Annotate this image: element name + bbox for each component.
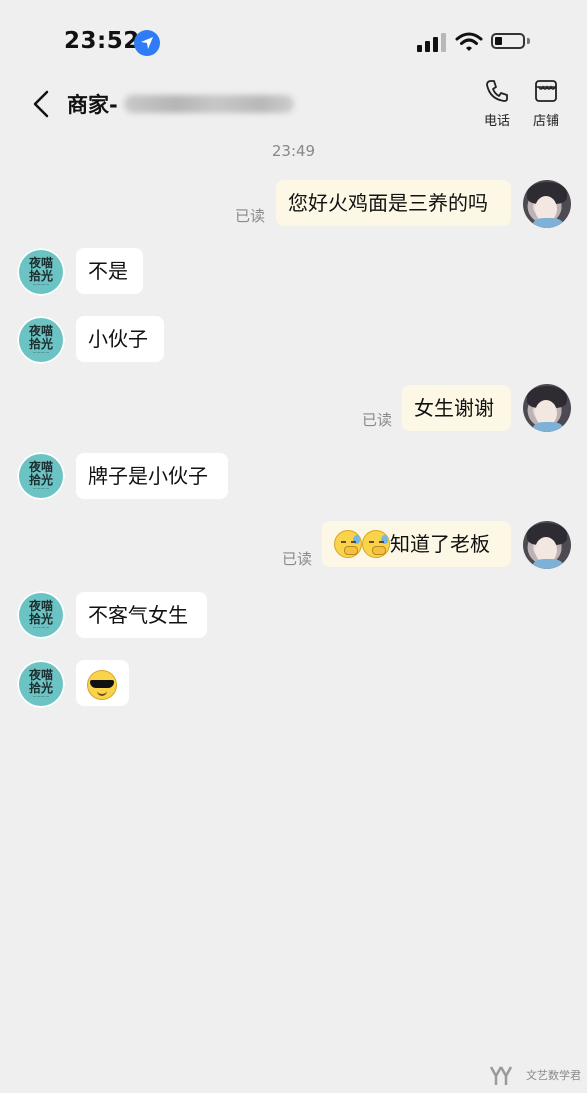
incoming-message-bubble[interactable]: 牌子是小伙子 — [76, 453, 228, 499]
chat-timestamp: 23:49 — [271, 142, 316, 160]
read-receipt: 已读 — [282, 550, 313, 568]
shop-avatar[interactable]: 夜喵 拾光 ············· — [17, 316, 65, 364]
message-text: 知道了老板 — [390, 532, 490, 556]
worried-emoji-icon — [362, 529, 390, 558]
chat-title: 商家- — [67, 88, 294, 120]
user-avatar[interactable] — [523, 180, 571, 228]
sunglasses-emoji-icon — [87, 669, 117, 700]
incoming-message-bubble[interactable]: 不是 — [76, 248, 143, 294]
user-avatar[interactable] — [523, 521, 571, 569]
store-label: 店铺 — [532, 114, 559, 129]
incoming-emoji-bubble[interactable] — [76, 660, 129, 706]
watermark: 文艺数学君 — [489, 1066, 581, 1086]
worried-emoji-icon — [334, 529, 362, 558]
chevron-left-icon — [33, 90, 49, 118]
watermark-logo-icon — [489, 1066, 513, 1086]
read-receipt: 已读 — [362, 411, 393, 429]
back-button[interactable] — [30, 90, 54, 118]
watermark-text: 文艺数学君 — [526, 1069, 581, 1082]
outgoing-message-bubble[interactable]: 您好火鸡面是三养的吗 — [276, 180, 511, 226]
read-receipt: 已读 — [235, 207, 266, 225]
battery-tip — [527, 38, 530, 44]
phone-label: 电话 — [483, 114, 510, 129]
status-time: 23:52 — [64, 28, 140, 54]
store-icon — [535, 80, 557, 102]
phone-icon — [486, 80, 508, 102]
cellular-signal-icon — [417, 32, 447, 52]
store-button[interactable]: 店铺 — [526, 78, 566, 129]
phone-button[interactable]: 电话 — [477, 78, 517, 129]
outgoing-message-bubble[interactable]: 知道了老板 — [322, 521, 511, 567]
shop-avatar[interactable]: 夜喵 拾光 ············· — [17, 591, 65, 639]
outgoing-message-bubble[interactable]: 女生谢谢 — [402, 385, 511, 431]
shop-avatar[interactable]: 夜喵 拾光 ············· — [17, 452, 65, 500]
status-bar: 23:52 — [0, 0, 587, 70]
incoming-message-bubble[interactable]: 小伙子 — [76, 316, 164, 362]
battery-icon — [491, 33, 525, 49]
user-avatar[interactable] — [523, 384, 571, 432]
shop-avatar[interactable]: 夜喵 拾光 ············· — [17, 660, 65, 708]
location-arrow-icon — [134, 30, 160, 56]
wifi-icon — [455, 31, 483, 57]
shop-avatar[interactable]: 夜喵 拾光 ············· — [17, 248, 65, 296]
blurred-shop-name — [123, 95, 294, 113]
chat-title-text: 商家- — [67, 93, 118, 117]
incoming-message-bubble[interactable]: 不客气女生 — [76, 592, 207, 638]
